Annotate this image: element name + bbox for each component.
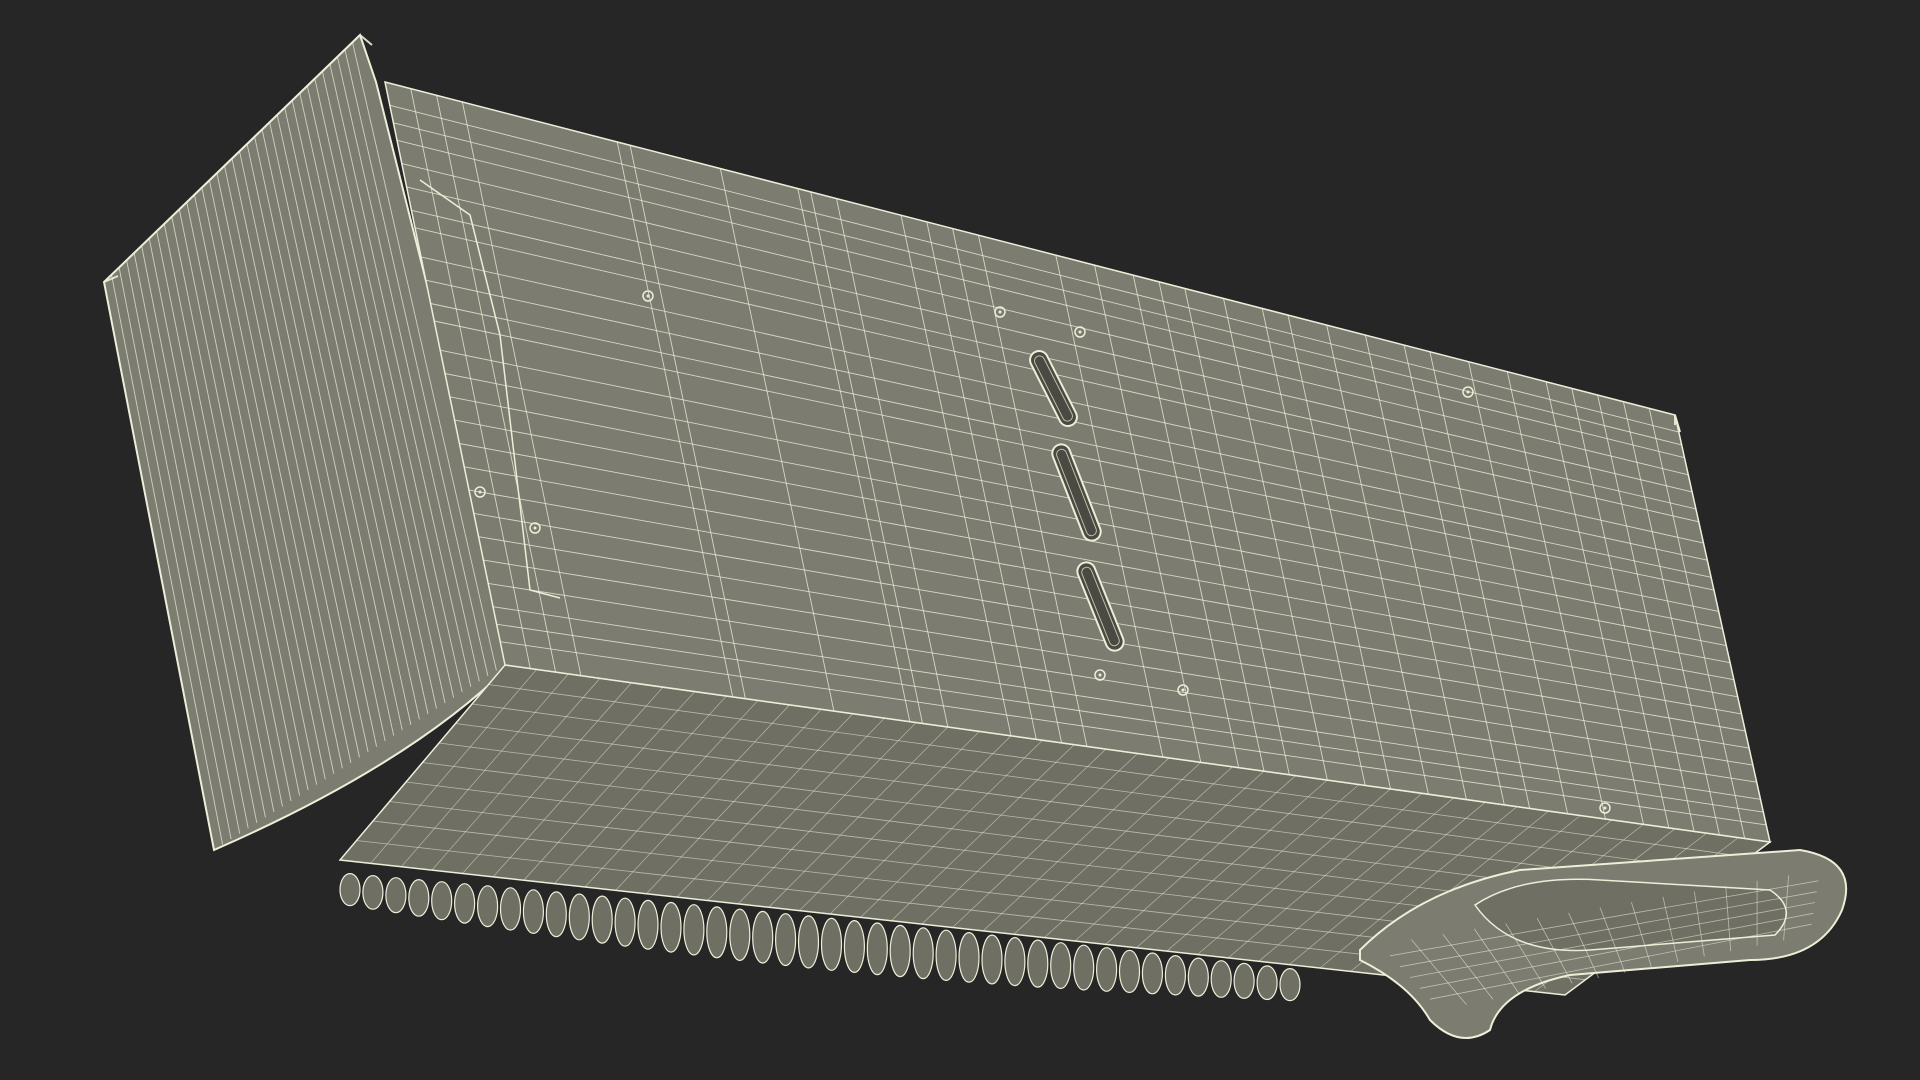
grille-fin	[706, 906, 728, 959]
grille-fin	[522, 889, 545, 934]
wireframe-model	[102, 33, 1848, 1039]
grille-fin	[477, 885, 499, 928]
grille-fin	[981, 934, 1003, 985]
grille-fin	[1164, 954, 1187, 996]
grille-fin	[889, 924, 911, 978]
grille-fin	[431, 881, 453, 921]
grille-fin	[729, 908, 751, 962]
grille-fin	[820, 917, 843, 971]
render-viewport	[0, 0, 1920, 1080]
grille-fin	[591, 895, 613, 944]
grille-fin	[339, 872, 361, 907]
grille-fin	[912, 927, 934, 980]
grille-fin	[545, 891, 567, 938]
grille-fin	[866, 922, 888, 976]
grille-fin	[499, 887, 522, 931]
grille-fin	[752, 910, 774, 964]
grille-fin	[1279, 967, 1301, 1002]
grille-fin	[683, 904, 705, 956]
grille-fin	[1050, 942, 1072, 990]
grille-fin	[660, 901, 682, 953]
grille-fin	[1073, 944, 1095, 991]
grille-fin	[1256, 965, 1278, 1001]
grille-fin	[385, 877, 407, 914]
grille-fin	[408, 879, 430, 917]
grille-fin	[1004, 936, 1026, 987]
grille-fin	[614, 897, 636, 947]
grille-fin	[1233, 962, 1255, 1000]
grille-fin	[1187, 957, 1209, 997]
grille-fin	[843, 919, 866, 973]
grille-fin	[454, 883, 476, 924]
grille-fin	[958, 932, 980, 983]
grille-fin	[1118, 949, 1141, 994]
grille-fin	[797, 915, 820, 969]
grille-fin	[1141, 952, 1164, 995]
grille-fin	[1027, 939, 1049, 988]
grille-fin	[1095, 947, 1118, 992]
grille-fin	[362, 875, 384, 910]
grille-fin	[1210, 960, 1232, 998]
grille-fin	[935, 929, 957, 982]
grille-fin	[568, 893, 590, 941]
grille-fin	[774, 913, 797, 967]
grille-fin	[637, 899, 659, 950]
